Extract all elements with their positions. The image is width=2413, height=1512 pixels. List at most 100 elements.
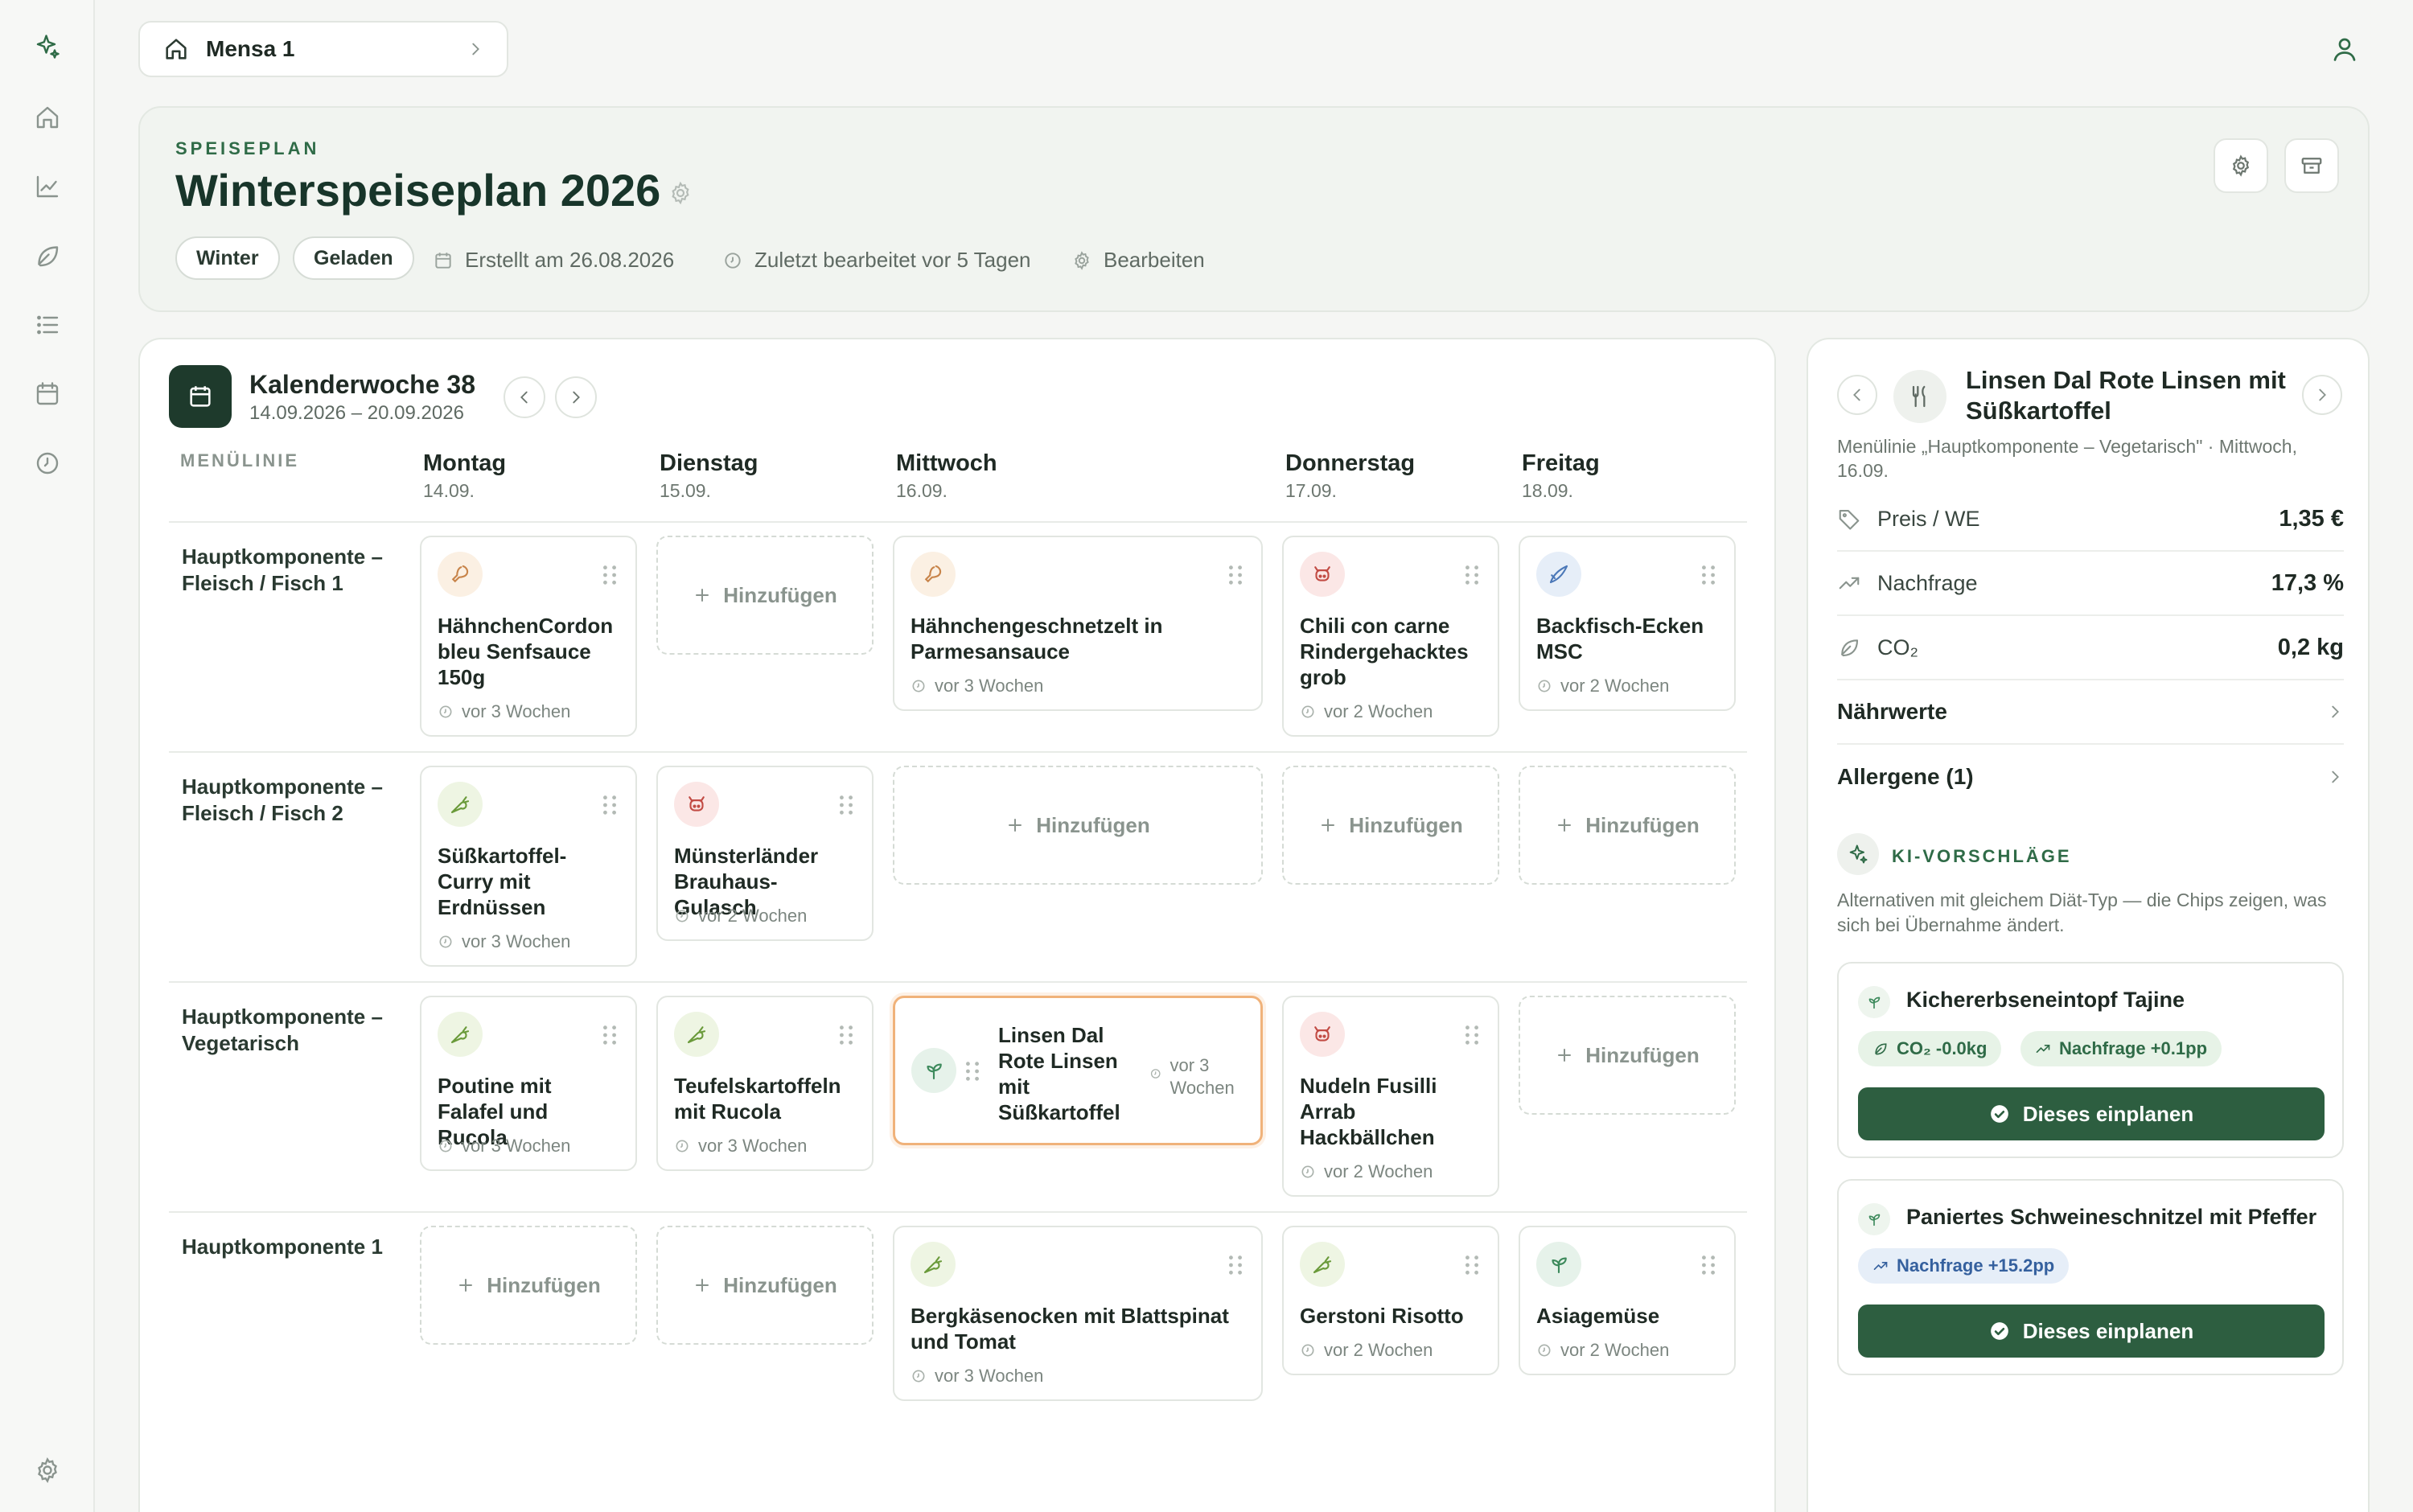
- meal-card[interactable]: Poutine mit Falafel und Rucola vor 3 Woc…: [420, 996, 637, 1171]
- meal-card[interactable]: Münsterländer Brauhaus-Gulasch vor 2 Woc…: [656, 766, 874, 941]
- suggestion-name: Paniertes Schweineschnitzel mit Pfeffer: [1906, 1205, 2317, 1229]
- plan-this-button[interactable]: Dieses einplanen: [1858, 1087, 2325, 1140]
- season-chip[interactable]: Winter: [175, 236, 280, 280]
- archive-icon: [2301, 158, 2322, 174]
- meal-card[interactable]: Teufelskartoffeln mit Rucola vor 3 Woche…: [656, 996, 874, 1171]
- drag-handle-icon[interactable]: [602, 1025, 618, 1046]
- clock-icon: [676, 1140, 689, 1152]
- sparkle-logo-icon[interactable]: [30, 29, 65, 64]
- meal-card[interactable]: Bergkäsenocken mit Blattspinat und Tomat…: [893, 1226, 1263, 1401]
- list-icon[interactable]: [30, 307, 65, 343]
- gear-icon: [1075, 250, 1089, 270]
- meal-card[interactable]: Süßkartoffel-Curry mit Erdnüssen vor 3 W…: [420, 766, 637, 967]
- clock-icon[interactable]: [30, 446, 65, 481]
- add-meal-button[interactable]: Hinzufügen: [420, 1226, 637, 1345]
- edit-link[interactable]: Bearbeiten: [1071, 248, 1205, 273]
- location-breadcrumb[interactable]: Mensa 1: [138, 21, 508, 77]
- next-meal-button[interactable]: [2302, 375, 2342, 415]
- settings-gear-icon[interactable]: [30, 1452, 65, 1488]
- add-meal-button[interactable]: Hinzufügen: [1519, 766, 1736, 885]
- archive-button[interactable]: [2284, 138, 2339, 193]
- suggestion-name: Kichererbseneintopf Tajine: [1906, 988, 2185, 1012]
- drag-handle-icon[interactable]: [602, 565, 618, 585]
- chicken-icon: [911, 552, 956, 597]
- drag-handle-icon[interactable]: [964, 1061, 980, 1082]
- week-calendar: Kalenderwoche 38 14.09.2026 – 20.09.2026…: [138, 338, 1776, 1512]
- status-chip[interactable]: Geladen: [293, 236, 414, 280]
- drag-handle-icon[interactable]: [1700, 1255, 1716, 1276]
- drag-handle-icon[interactable]: [1464, 1255, 1480, 1276]
- menu-line-label: Hauptkomponente – Vegetarisch: [182, 1005, 383, 1055]
- day-date: 14.09.: [423, 480, 475, 501]
- meal-time-text: vor 3 Wochen: [698, 1136, 808, 1156]
- clock-icon: [1538, 680, 1551, 692]
- plan-settings-button[interactable]: [2214, 138, 2268, 193]
- calendar-icon[interactable]: [30, 376, 65, 412]
- drag-handle-icon[interactable]: [1464, 565, 1480, 585]
- plan-this-button[interactable]: Dieses einplanen: [1858, 1305, 2325, 1358]
- add-meal-button[interactable]: Hinzufügen: [1282, 766, 1499, 885]
- allergens-label: Allergene (1): [1837, 764, 1974, 789]
- title-settings-icon[interactable]: [668, 180, 693, 206]
- meal-card[interactable]: Gerstoni Risotto vor 2 Wochen: [1282, 1226, 1499, 1375]
- add-meal-button[interactable]: Hinzufügen: [656, 1226, 874, 1345]
- add-meal-button[interactable]: Hinzufügen: [1519, 996, 1736, 1115]
- demand-delta-chip: Nachfrage +15.2pp: [1858, 1248, 2070, 1284]
- trend-up-icon: [2036, 1045, 2050, 1053]
- menu-line-label: Hauptkomponente – Fleisch / Fisch 2: [182, 774, 383, 825]
- add-label: Hinzufügen: [487, 1272, 601, 1297]
- check-circle-icon: [1990, 1105, 2008, 1123]
- week-title: Kalenderwoche 38: [249, 370, 475, 399]
- prev-week-button[interactable]: [504, 376, 545, 418]
- meal-card[interactable]: Chili con carne Rindergehacktes grob vor…: [1282, 536, 1499, 737]
- meal-card[interactable]: Nudeln Fusilli Arrab Hackbällchen vor 2 …: [1282, 996, 1499, 1197]
- detail-title: Linsen Dal Rote Linsen mit Süßkartoffel: [1966, 366, 2286, 425]
- plus-icon: [1322, 819, 1335, 832]
- drag-handle-icon[interactable]: [838, 1025, 854, 1046]
- add-meal-button[interactable]: Hinzufügen: [656, 536, 874, 655]
- meal-last-used: vor 3 Wochen: [911, 1366, 1043, 1387]
- meal-name: Linsen Dal Rote Linsen mit Süßkartoffel: [998, 1023, 1120, 1124]
- price-row: Preis / WE 1,35 €: [1837, 487, 2344, 552]
- leaf-icon[interactable]: [30, 238, 65, 273]
- suggestion-card: Paniertes Schweineschnitzel mit Pfeffer …: [1837, 1179, 2344, 1375]
- clock-icon: [725, 252, 741, 269]
- drag-handle-icon[interactable]: [838, 795, 854, 816]
- analytics-chart-icon[interactable]: [30, 169, 65, 204]
- day-date: 17.09.: [1285, 480, 1337, 501]
- menu-line-label: Hauptkomponente – Fleisch / Fisch 1: [182, 544, 383, 595]
- next-week-button[interactable]: [555, 376, 597, 418]
- gear-icon: [2232, 154, 2250, 177]
- button-label: Dieses einplanen: [2022, 1101, 2194, 1126]
- meal-card[interactable]: HähnchenCordon bleu Senfsauce 150g vor 3…: [420, 536, 637, 737]
- clock-icon: [439, 935, 452, 948]
- meal-card[interactable]: Backfisch-Ecken MSC vor 2 Wochen: [1519, 536, 1736, 711]
- meal-last-used: vor 2 Wochen: [1536, 676, 1669, 696]
- chip-text: Nachfrage +15.2pp: [1897, 1255, 2055, 1276]
- user-profile-button[interactable]: [2325, 29, 2365, 69]
- meal-last-used: vor 2 Wochen: [1300, 701, 1433, 722]
- allergens-row[interactable]: Allergene (1): [1837, 745, 2344, 809]
- chevron-left-icon: [520, 391, 528, 404]
- day-header-friday: Freitag 18.09.: [1522, 450, 1600, 502]
- drag-handle-icon[interactable]: [1227, 1255, 1243, 1276]
- meal-time-text: vor 3 Wochen: [935, 676, 1044, 696]
- day-name: Donnerstag: [1285, 450, 1416, 476]
- add-meal-button[interactable]: Hinzufügen: [893, 766, 1263, 885]
- day-date: 16.09.: [896, 480, 948, 501]
- clock-icon: [912, 680, 925, 692]
- drag-handle-icon[interactable]: [1227, 565, 1243, 585]
- meal-time-text: vor 2 Wochen: [1324, 1161, 1433, 1181]
- ai-suggestions-title: KI-VORSCHLÄGE: [1892, 846, 2072, 866]
- home-icon[interactable]: [30, 100, 65, 135]
- meal-last-used: vor 2 Wochen: [674, 906, 807, 927]
- prev-meal-button[interactable]: [1837, 375, 1877, 415]
- nutrition-row[interactable]: Nährwerte: [1837, 680, 2344, 745]
- meal-card[interactable]: Hähnchengeschnetzelt in Parmesansauce vo…: [893, 536, 1263, 711]
- drag-handle-icon[interactable]: [602, 795, 618, 816]
- meal-card[interactable]: Asiagemüse vor 2 Wochen: [1519, 1226, 1736, 1375]
- section-eyebrow: SPEISEPLAN: [175, 138, 320, 158]
- drag-handle-icon[interactable]: [1464, 1025, 1480, 1046]
- drag-handle-icon[interactable]: [1700, 565, 1716, 585]
- meal-card-selected[interactable]: Linsen Dal Rote Linsen mit Süßkartoffel …: [893, 996, 1263, 1145]
